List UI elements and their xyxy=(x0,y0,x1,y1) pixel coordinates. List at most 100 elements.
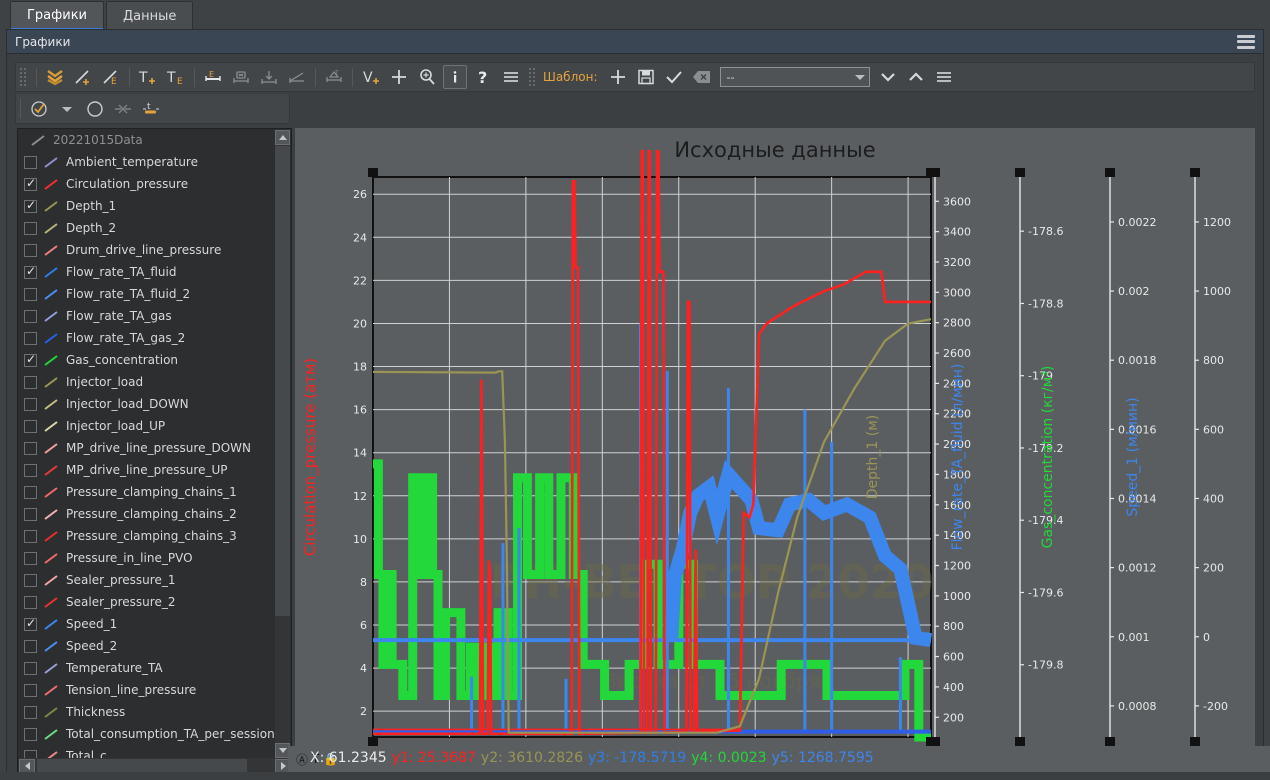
scroll-thumb-horizontal[interactable] xyxy=(37,759,247,773)
series-checkbox[interactable] xyxy=(24,155,37,169)
tree-item[interactable]: Pressure_in_line_PVO xyxy=(18,547,276,569)
measure-delete-icon[interactable] xyxy=(229,65,253,89)
tab-grafiki[interactable]: Графики xyxy=(10,1,105,30)
tree-item[interactable]: Drum_drive_line_pressure xyxy=(18,239,276,261)
chevron-down-icon[interactable] xyxy=(876,65,900,89)
tree-vertical-scrollbar[interactable] xyxy=(275,130,290,758)
series-checkbox[interactable] xyxy=(24,441,37,455)
caret-down-icon[interactable] xyxy=(55,97,79,121)
tree-item[interactable]: MP_drive_line_pressure_UP xyxy=(18,459,276,481)
tree-item[interactable]: Temperature_TA xyxy=(18,657,276,679)
info-icon[interactable] xyxy=(443,65,467,89)
series-checkbox[interactable] xyxy=(24,727,37,741)
template-save-button[interactable] xyxy=(634,65,658,89)
hamburger-icon[interactable] xyxy=(1237,34,1255,49)
template-add-button[interactable] xyxy=(606,65,630,89)
series-checkbox[interactable] xyxy=(24,595,37,609)
tree-root-item[interactable]: 20221015Data xyxy=(18,129,276,151)
text-plus-icon[interactable]: T xyxy=(136,65,160,89)
series-checkbox[interactable] xyxy=(24,551,37,565)
tree-item[interactable]: Pressure_clamping_chains_2 xyxy=(18,503,276,525)
tree-item[interactable]: Circulation_pressure xyxy=(18,173,276,195)
tree-item[interactable]: Pressure_clamping_chains_1 xyxy=(18,481,276,503)
series-checkbox[interactable] xyxy=(24,419,37,433)
tree-item[interactable]: Tension_line_pressure xyxy=(18,679,276,701)
series-checkbox[interactable] xyxy=(24,705,37,719)
tree-item[interactable]: Speed_2 xyxy=(18,635,276,657)
scroll-track-horizontal[interactable] xyxy=(35,759,275,773)
series-checkbox[interactable] xyxy=(24,309,37,323)
tree-item[interactable]: Speed_1 xyxy=(18,613,276,635)
line-edit-icon[interactable]: E xyxy=(99,65,123,89)
series-checkbox[interactable] xyxy=(24,485,37,499)
tree-item[interactable]: Total_consumption_TA_per_session xyxy=(18,723,276,745)
v-plus-icon[interactable]: V xyxy=(359,65,383,89)
circle-icon[interactable] xyxy=(83,97,107,121)
series-checkbox[interactable] xyxy=(24,529,37,543)
magnifier-plus-icon[interactable] xyxy=(415,65,439,89)
chevron-up-icon[interactable] xyxy=(904,65,928,89)
plus-icon[interactable] xyxy=(387,65,411,89)
tree-item[interactable]: Total_c xyxy=(18,745,276,759)
chart-canvas[interactable]: 2468101214161820222426200400600800100012… xyxy=(295,128,1255,776)
series-checkbox[interactable] xyxy=(24,616,37,631)
question-icon[interactable]: ? xyxy=(471,65,495,89)
series-checkbox[interactable] xyxy=(24,639,37,653)
list-icon[interactable] xyxy=(499,65,523,89)
series-checkbox[interactable] xyxy=(24,507,37,521)
tree-item[interactable]: Depth_1 xyxy=(18,195,276,217)
measure-vertical-icon[interactable] xyxy=(257,65,281,89)
tree-item[interactable]: Thickness xyxy=(18,701,276,723)
tab-dannye[interactable]: Данные xyxy=(106,1,194,30)
tree-item[interactable]: Gas_concentration xyxy=(18,349,276,371)
tree-item[interactable]: Sealer_pressure_2 xyxy=(18,591,276,613)
marker-t-icon[interactable]: T xyxy=(322,65,346,89)
grip-icon[interactable] xyxy=(19,67,28,87)
tree-item[interactable]: Sealer_pressure_1 xyxy=(18,569,276,591)
tree-item[interactable]: Flow_rate_TA_fluid xyxy=(18,261,276,283)
template-combo[interactable]: -- xyxy=(719,67,870,87)
collapse-arrows-icon[interactable] xyxy=(111,97,135,121)
scroll-up-arrow[interactable] xyxy=(275,130,290,145)
tree-item[interactable]: Injector_load_UP xyxy=(18,415,276,437)
annotation-a-icon[interactable]: Ⓐ xyxy=(296,751,308,768)
check-circle-icon[interactable] xyxy=(27,97,51,121)
series-checkbox[interactable] xyxy=(24,221,37,235)
tree-item[interactable]: Injector_load_DOWN xyxy=(18,393,276,415)
series-checkbox[interactable] xyxy=(24,331,37,345)
series-checkbox[interactable] xyxy=(24,573,37,587)
tree-item[interactable]: Pressure_clamping_chains_3 xyxy=(18,525,276,547)
series-checkbox[interactable] xyxy=(24,198,37,213)
text-edit-icon[interactable]: T E xyxy=(164,65,188,89)
template-apply-button[interactable] xyxy=(662,65,686,89)
series-checkbox[interactable] xyxy=(24,397,37,411)
tree-item[interactable]: Flow_rate_TA_fluid_2 xyxy=(18,283,276,305)
series-checkbox[interactable] xyxy=(24,352,37,367)
series-checkbox[interactable] xyxy=(24,243,37,257)
series-checkbox[interactable] xyxy=(24,683,37,697)
series-checkbox[interactable] xyxy=(24,264,37,279)
scroll-thumb-vertical[interactable] xyxy=(275,146,290,616)
series-checkbox[interactable] xyxy=(24,463,37,477)
series-tree-panel[interactable]: 20221015Data Ambient_temperature Circulati… xyxy=(17,128,292,776)
tree-item[interactable]: Ambient_temperature xyxy=(18,151,276,173)
options-menu-button[interactable] xyxy=(932,65,956,89)
series-tree[interactable]: 20221015Data Ambient_temperature Circulati… xyxy=(18,129,276,759)
line-plus-icon[interactable] xyxy=(71,65,95,89)
t-axis-icon[interactable]: t xyxy=(139,97,163,121)
tree-item[interactable]: Depth_2 xyxy=(18,217,276,239)
tree-item[interactable]: Flow_rate_TA_gas_2 xyxy=(18,327,276,349)
measure-angle-icon[interactable] xyxy=(285,65,309,89)
tree-item[interactable]: Injector_load xyxy=(18,371,276,393)
series-checkbox[interactable] xyxy=(24,375,37,389)
plot-panel[interactable]: Исходные данные 246810121416182022242620… xyxy=(295,128,1255,776)
series-checkbox[interactable] xyxy=(24,661,37,675)
grip-icon-template[interactable] xyxy=(528,67,537,87)
tree-item[interactable]: MP_drive_line_pressure_DOWN xyxy=(18,437,276,459)
template-clear-button[interactable] xyxy=(690,65,714,89)
series-checkbox[interactable] xyxy=(24,287,37,301)
series-checkbox[interactable] xyxy=(24,176,37,191)
chevrons-down-icon[interactable] xyxy=(43,65,67,89)
tree-item[interactable]: Flow_rate_TA_gas xyxy=(18,305,276,327)
baseline-e-icon[interactable]: E xyxy=(201,65,225,89)
